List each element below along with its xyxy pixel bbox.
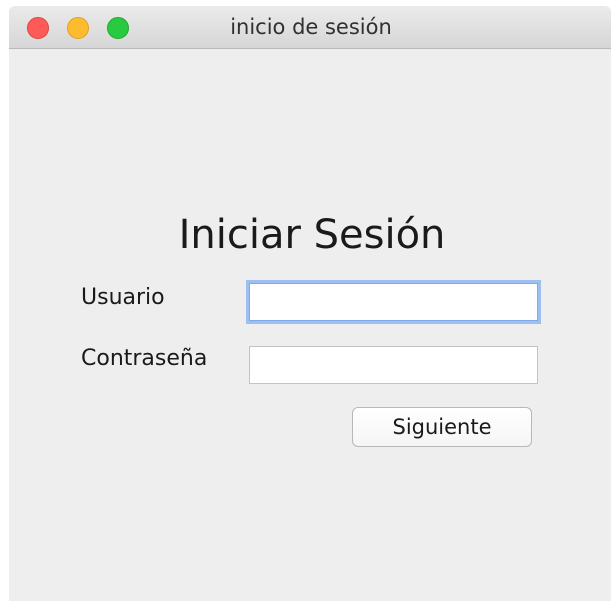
form-heading: Iniciar Sesión [178,212,446,258]
next-button[interactable]: Siguiente [352,407,532,447]
username-label: Usuario [81,285,165,310]
window-title: inicio de sesión [230,15,392,39]
password-label: Contraseña [81,346,208,371]
password-input[interactable] [249,346,538,384]
username-input[interactable] [249,283,538,321]
title-bar[interactable]: inicio de sesión [9,6,611,49]
login-window: inicio de sesión Iniciar Sesión Usuario … [9,6,611,601]
login-form: Iniciar Sesión Usuario Contraseña Siguie… [9,49,611,601]
